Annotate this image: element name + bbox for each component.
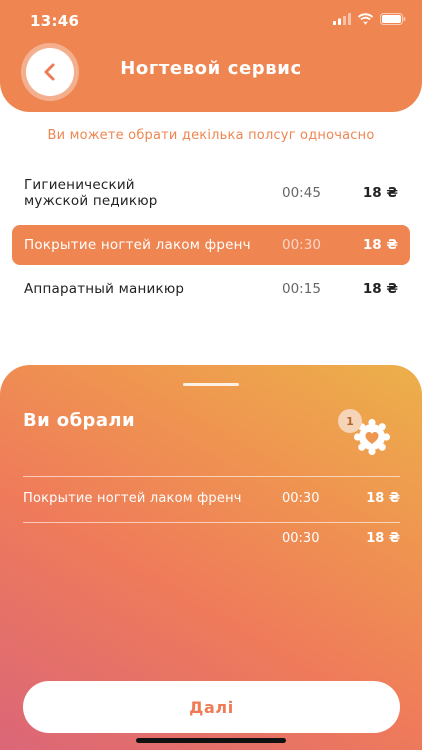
service-price: 18 ₴ bbox=[362, 185, 398, 201]
battery-icon bbox=[380, 13, 406, 25]
sheet-title: Ви обрали bbox=[23, 410, 135, 431]
chosen-item-price: 18 ₴ bbox=[366, 491, 400, 506]
selection-sheet: Ви обрали 1 Покрытие ногтей лаком френч … bbox=[0, 365, 422, 750]
service-name: Гигиенический мужской педикюр bbox=[24, 177, 158, 209]
multi-select-hint: Ви можете обрати декілька полсуг одночас… bbox=[47, 128, 375, 143]
service-duration: 00:15 bbox=[282, 281, 321, 297]
divider bbox=[23, 476, 400, 477]
service-name: Покрытие ногтей лаком френч bbox=[24, 237, 251, 253]
service-duration: 00:45 bbox=[282, 185, 321, 201]
page-title: Ногтевой сервис bbox=[120, 58, 302, 79]
chosen-total-price: 18 ₴ bbox=[366, 531, 400, 546]
divider bbox=[23, 522, 400, 523]
signal-icon bbox=[333, 13, 351, 25]
status-icons bbox=[333, 13, 406, 25]
service-name: Аппаратный маникюр bbox=[24, 281, 185, 297]
service-row[interactable]: Аппаратный маникюр 00:15 18 ₴ bbox=[12, 269, 410, 309]
service-row-selected[interactable]: Покрытие ногтей лаком френч 00:30 18 ₴ bbox=[12, 225, 410, 265]
chosen-item-duration: 00:30 bbox=[282, 491, 320, 506]
chosen-item[interactable]: Покрытие ногтей лаком френч 00:30 18 ₴ bbox=[23, 491, 400, 511]
chosen-total: 00:30 18 ₴ bbox=[23, 531, 400, 551]
sheet-grabber[interactable] bbox=[183, 383, 239, 386]
home-indicator bbox=[136, 738, 286, 743]
header-bar: 13:46 Ногтевой сервис bbox=[0, 0, 422, 112]
status-bar: 13:46 bbox=[0, 0, 422, 44]
service-price: 18 ₴ bbox=[362, 281, 398, 297]
next-button[interactable]: Далі bbox=[23, 681, 400, 733]
service-row[interactable]: Гигиенический мужской педикюр 00:45 18 ₴ bbox=[12, 173, 410, 213]
service-price: 18 ₴ bbox=[362, 237, 398, 253]
selected-count-indicator[interactable]: 1 bbox=[338, 409, 398, 459]
chosen-item-name: Покрытие ногтей лаком френч bbox=[23, 491, 242, 506]
status-time: 13:46 bbox=[30, 12, 80, 30]
chosen-total-duration: 00:30 bbox=[282, 531, 320, 546]
selected-count-badge: 1 bbox=[338, 409, 362, 433]
service-duration: 00:30 bbox=[282, 237, 321, 253]
wifi-icon bbox=[357, 13, 374, 25]
